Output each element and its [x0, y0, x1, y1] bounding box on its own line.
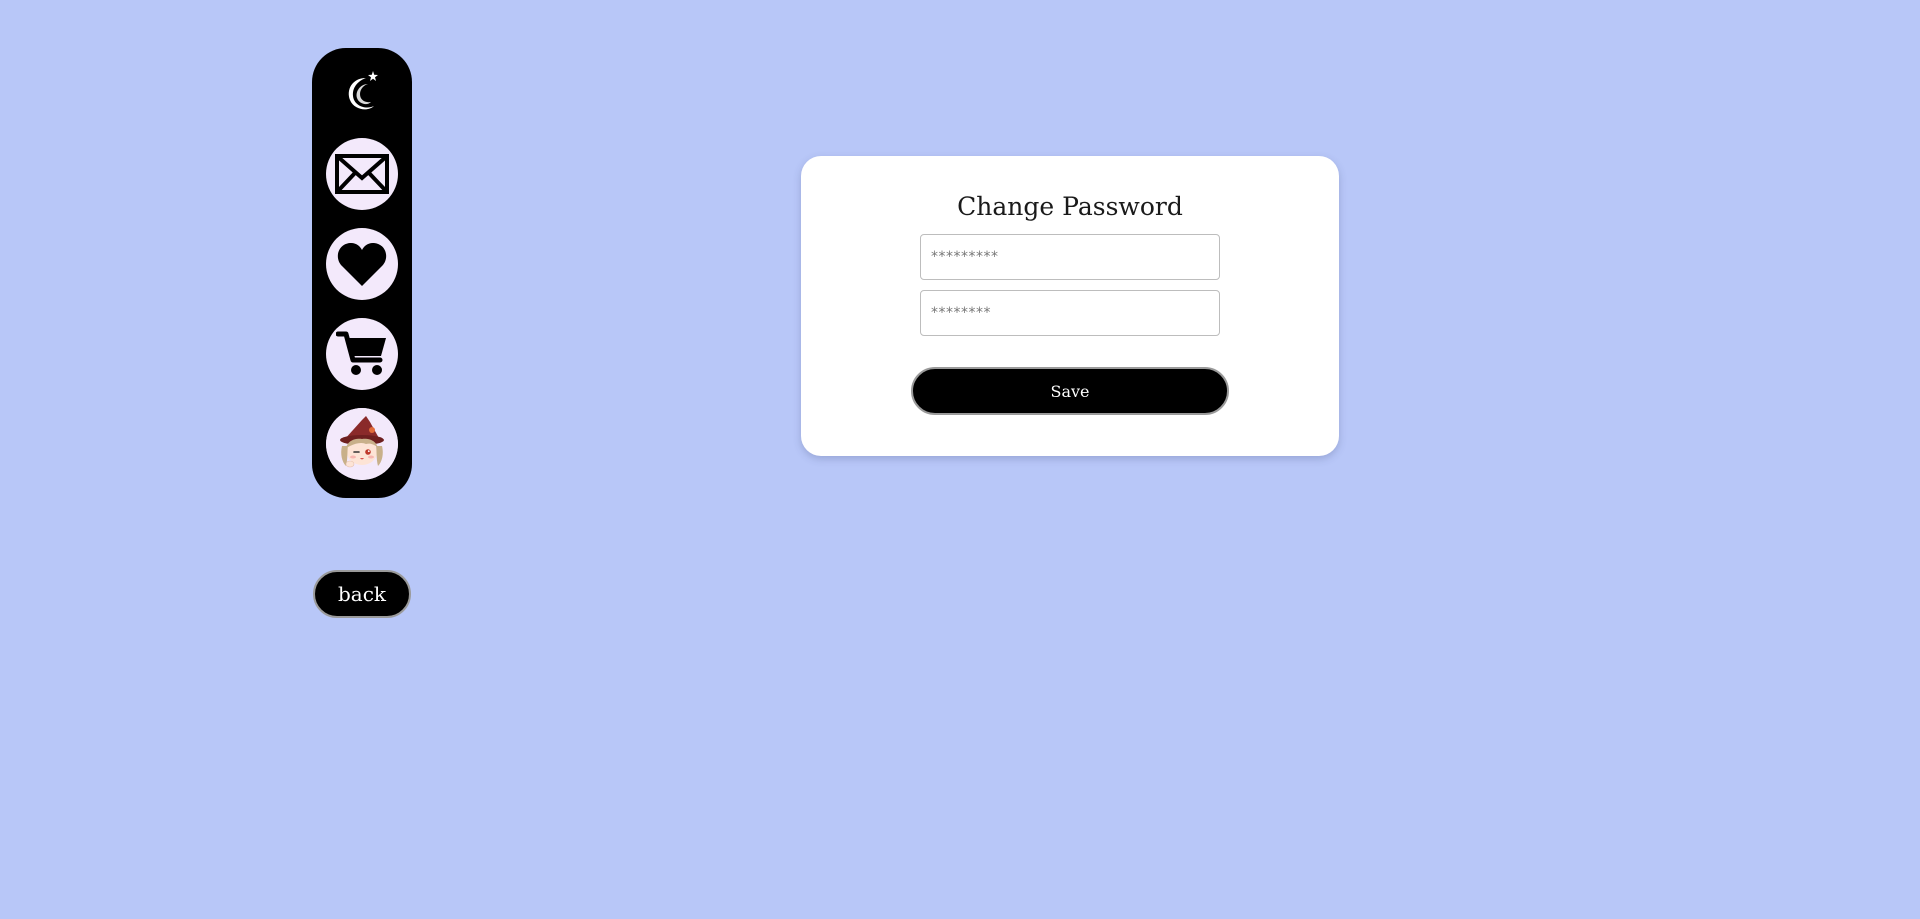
new-password-field[interactable] — [920, 234, 1220, 280]
avatar-icon — [326, 408, 398, 480]
sidebar — [312, 48, 412, 498]
envelope-icon — [335, 154, 389, 194]
sidebar-item-favorites[interactable] — [326, 228, 398, 300]
change-password-card: Change Password Save — [801, 156, 1339, 456]
confirm-password-field[interactable] — [920, 290, 1220, 336]
sidebar-item-profile[interactable] — [326, 408, 398, 480]
page-title: Change Password — [957, 192, 1183, 221]
back-button[interactable]: back — [313, 570, 411, 618]
save-button[interactable]: Save — [911, 367, 1229, 415]
shopping-cart-icon — [336, 331, 386, 375]
heart-icon — [337, 242, 387, 286]
crescent-moon-logo-icon[interactable] — [342, 68, 382, 116]
sidebar-item-cart[interactable] — [326, 318, 398, 390]
sidebar-item-messages[interactable] — [326, 138, 398, 210]
